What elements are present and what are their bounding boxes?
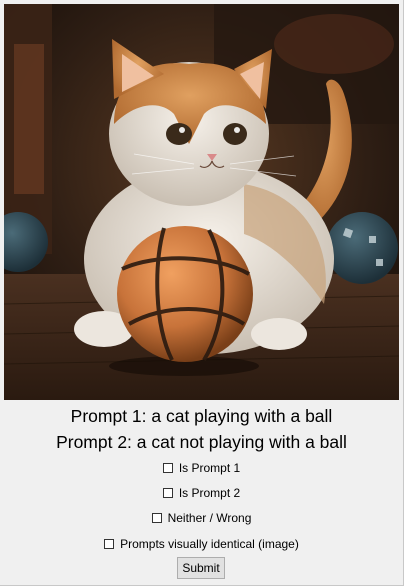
prompt-1-text: Prompt 1: a cat playing with a ball [70,406,333,426]
checkbox-is-prompt-2[interactable] [162,488,173,498]
checkbox-prompts-identical[interactable] [104,539,115,549]
option-is-prompt-2[interactable]: Is Prompt 2 [0,486,403,500]
checkbox-neither-wrong[interactable] [151,513,162,523]
app-window: Prompt 1: a cat playing with a ball Prom… [0,0,404,586]
submit-button[interactable]: Submit [177,557,225,579]
option-label: Is Prompt 2 [178,486,241,500]
option-label: Is Prompt 1 [178,461,241,475]
option-neither-wrong[interactable]: Neither / Wrong [0,511,403,525]
checkbox-is-prompt-1[interactable] [162,463,173,473]
option-label: Prompts visually identical (image) [120,537,299,551]
prompt-2-text: Prompt 2: a cat not playing with a ball [56,432,347,452]
generated-image [4,4,399,400]
option-prompts-identical[interactable]: Prompts visually identical (image) [0,537,403,551]
option-label: Neither / Wrong [167,511,252,525]
option-is-prompt-1[interactable]: Is Prompt 1 [0,461,403,475]
